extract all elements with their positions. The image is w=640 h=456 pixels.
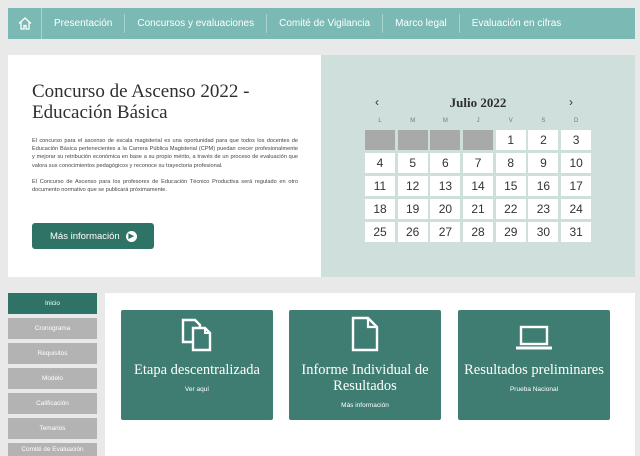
calendar-weekday: D (573, 118, 579, 124)
copy-documents-icon (121, 310, 273, 352)
card-etapa-descentralizada[interactable]: Etapa descentralizada Ver aquí (121, 310, 273, 420)
calendar-weekday: J (476, 118, 480, 124)
nav-item-presentacion[interactable]: Presentación (42, 14, 126, 33)
hero-paragraph-1: El concurso para el ascenso de escala ma… (32, 138, 298, 169)
calendar-day[interactable]: 17 (561, 176, 592, 196)
sidebar-item-temarios[interactable]: Temarios (8, 418, 97, 439)
calendar-weekdays: LMMJVSD (365, 118, 591, 124)
document-icon (289, 310, 441, 352)
calendar-day[interactable]: 11 (365, 176, 395, 196)
calendar-day[interactable]: 6 (430, 153, 461, 173)
calendar-empty-cell (397, 130, 428, 150)
calendar-empty-cell (430, 130, 461, 150)
card-resultados-preliminares[interactable]: Resultados preliminares Prueba Nacional (458, 310, 610, 420)
card-title: Informe Individual de Resultados (301, 362, 429, 394)
calendar-day[interactable]: 2 (528, 130, 559, 150)
calendar-day[interactable]: 22 (495, 199, 526, 219)
calendar-day[interactable]: 16 (528, 176, 559, 196)
calendar-weekday: M (410, 118, 416, 124)
sidebar-item-comite-evaluacion[interactable]: Comité de Evaluación (8, 443, 97, 456)
sidebar-item-inicio[interactable]: Inicio (8, 293, 97, 314)
calendar-day[interactable]: 4 (365, 153, 395, 173)
calendar-day[interactable]: 5 (397, 153, 428, 173)
calendar-day[interactable]: 7 (463, 153, 494, 173)
calendar-weekday: M (442, 118, 448, 124)
calendar-day[interactable]: 1 (495, 130, 526, 150)
laptop-icon (458, 310, 610, 352)
calendar-day[interactable]: 25 (365, 222, 395, 242)
more-info-button[interactable]: Más información ▶ (32, 223, 154, 249)
calendar-day[interactable]: 31 (561, 222, 592, 242)
calendar-day[interactable]: 15 (495, 176, 526, 196)
hero-section: Concurso de Ascenso 2022 - Educación Bás… (8, 55, 635, 277)
nav-item-marco-legal[interactable]: Marco legal (383, 14, 460, 33)
sidebar-item-modelo[interactable]: Modelo (8, 368, 97, 389)
calendar-day[interactable]: 12 (397, 176, 428, 196)
calendar-day[interactable]: 28 (463, 222, 494, 242)
calendar-weekday: L (378, 118, 382, 124)
card-title: Etapa descentralizada (134, 362, 260, 378)
card-title: Resultados preliminares (464, 362, 604, 378)
calendar-day[interactable]: 23 (528, 199, 559, 219)
home-button[interactable] (8, 8, 42, 39)
calendar-empty-cell (463, 130, 494, 150)
calendar-day[interactable]: 26 (397, 222, 428, 242)
calendar-empty-cell (365, 130, 395, 150)
calendar-grid: 1 2 3 4 5 6 7 8 9 10 11 12 13 14 15 16 17 18 19 20 21 22 23 24 2… (365, 130, 592, 242)
nav-item-evaluacion-cifras[interactable]: Evaluación en cifras (460, 14, 574, 33)
nav-item-comite[interactable]: Comité de Vigilancia (267, 14, 384, 33)
calendar-day[interactable]: 10 (561, 153, 592, 173)
hero-text-panel: Concurso de Ascenso 2022 - Educación Bás… (8, 55, 321, 277)
calendar-day[interactable]: 14 (463, 176, 494, 196)
more-info-label: Más información (50, 230, 120, 242)
calendar-day[interactable]: 27 (430, 222, 461, 242)
calendar-weekday: S (541, 118, 546, 124)
card-link[interactable]: Más información (289, 402, 441, 409)
calendar-day[interactable]: 9 (528, 153, 559, 173)
calendar-month-title: Julio 2022 (449, 95, 507, 110)
calendar-day[interactable]: 18 (365, 199, 395, 219)
calendar-day[interactable]: 29 (495, 222, 526, 242)
sidebar-item-cronograma[interactable]: Cronograma (8, 318, 97, 339)
calendar-day[interactable]: 3 (561, 130, 592, 150)
arrow-right-icon: ▶ (125, 230, 137, 242)
card-link[interactable]: Prueba Nacional (458, 386, 610, 393)
sidebar-item-requisitos[interactable]: Requisitos (8, 343, 97, 364)
calendar-next-button[interactable]: › (569, 95, 573, 109)
calendar-day[interactable]: 13 (430, 176, 461, 196)
calendar-header: ‹ Julio 2022 › (321, 95, 635, 111)
card-link[interactable]: Ver aquí (121, 386, 273, 393)
calendar-weekday: V (508, 118, 513, 124)
calendar-day[interactable]: 19 (397, 199, 428, 219)
sidebar-item-calificacion[interactable]: Calificación (8, 393, 97, 414)
home-icon (18, 17, 31, 30)
calendar-panel: ‹ Julio 2022 › LMMJVSD 1 2 3 4 5 6 7 8 9 10 11 12 13… (321, 55, 635, 277)
sidebar: Inicio Cronograma Requisitos Modelo Cali… (8, 293, 97, 456)
calendar-day[interactable]: 30 (528, 222, 559, 242)
nav-item-concursos[interactable]: Concursos y evaluaciones (125, 14, 268, 33)
calendar-day[interactable]: 8 (495, 153, 526, 173)
calendar-day[interactable]: 21 (463, 199, 494, 219)
calendar-day[interactable]: 20 (430, 199, 461, 219)
page-title: Concurso de Ascenso 2022 - Educación Bás… (32, 81, 250, 123)
top-nav: Presentación Concursos y evaluaciones Co… (8, 8, 635, 39)
calendar-day[interactable]: 24 (561, 199, 592, 219)
hero-paragraph-2: El Concurso de Ascenso para los profesor… (32, 178, 298, 194)
card-informe-individual[interactable]: Informe Individual de Resultados Más inf… (289, 310, 441, 420)
main-content: Etapa descentralizada Ver aquí Informe I… (105, 293, 635, 456)
